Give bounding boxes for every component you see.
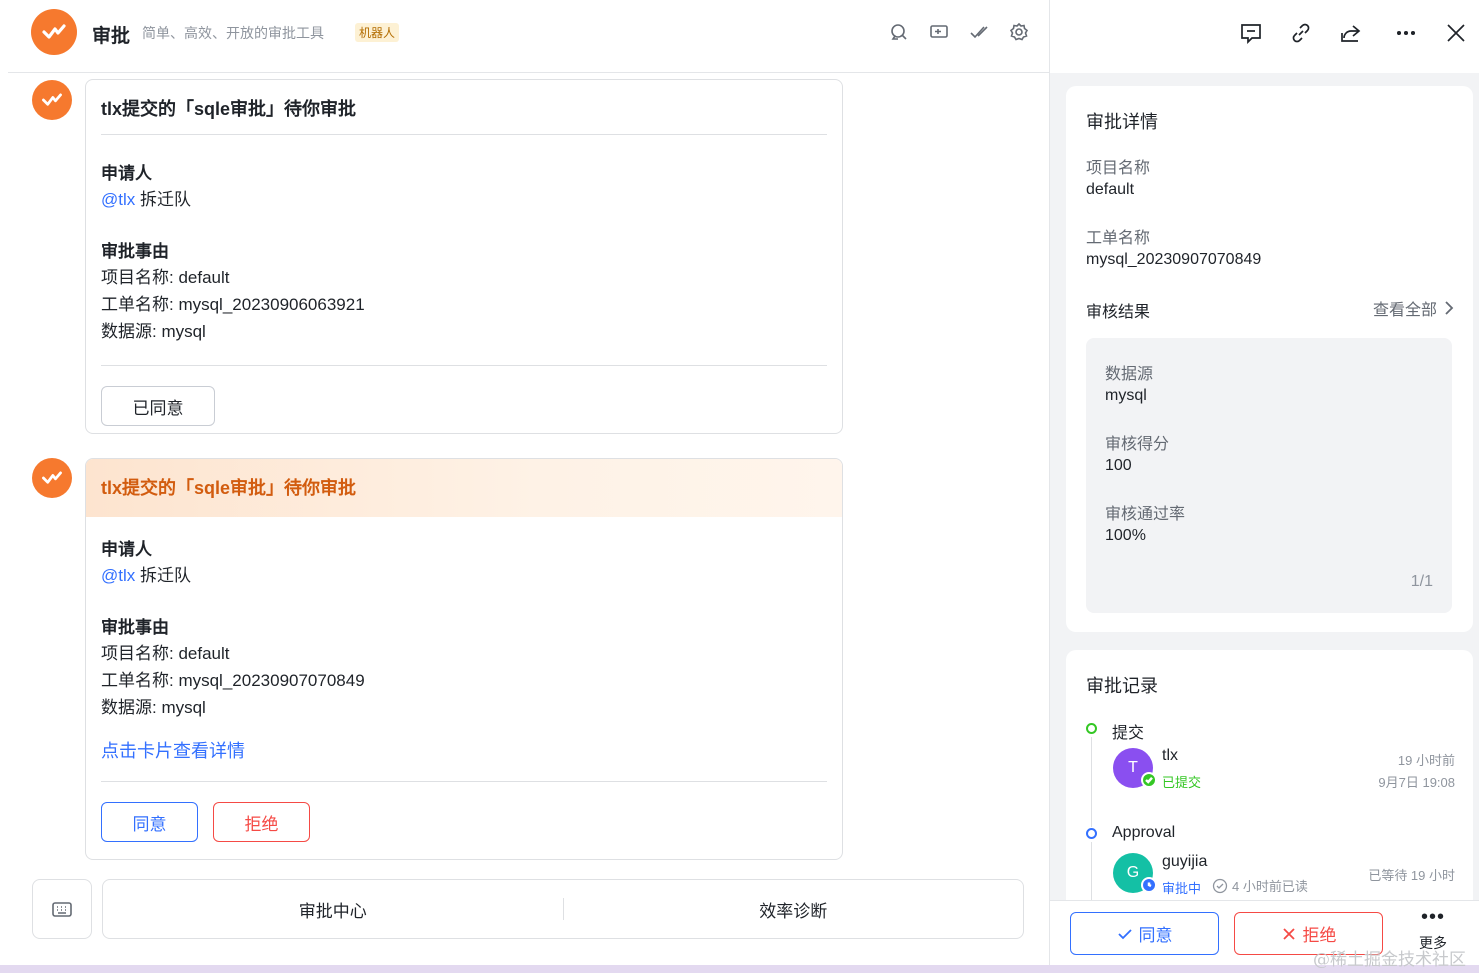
card-title: tlx提交的「sqle审批」待你审批 — [86, 459, 842, 517]
ticket-line: 工单名称: mysql_20230907070849 — [101, 671, 365, 690]
settings-icon[interactable] — [1007, 20, 1031, 44]
waiting-time: 已等待 19 小时 — [1368, 868, 1455, 883]
reject-button[interactable]: 拒绝 — [213, 802, 310, 842]
datasource-value: mysql — [1105, 387, 1147, 404]
agree-button[interactable]: 同意 — [101, 802, 198, 842]
project-line: 项目名称: default — [101, 268, 230, 287]
records-title: 审批记录 — [1086, 676, 1158, 696]
window-add-icon[interactable] — [927, 20, 951, 44]
applicant-mention[interactable]: @tlx — [101, 566, 135, 585]
step-submit-label: 提交 — [1112, 725, 1145, 742]
bot-avatar[interactable] — [32, 80, 72, 120]
datasource-line: 数据源: mysql — [101, 698, 206, 717]
panel-toolbar — [1050, 0, 1479, 73]
bot-avatar[interactable] — [32, 458, 72, 498]
submitted-check-icon — [1141, 772, 1157, 788]
reason-label: 审批事由 — [101, 618, 169, 637]
taskbar-strip — [0, 965, 1479, 973]
close-icon — [1282, 927, 1295, 940]
ticket-line: 工单名称: mysql_20230906063921 — [101, 295, 365, 314]
audit-result-box: 数据源 mysql 审核得分 100 审核通过率 100% 1/1 — [1086, 338, 1452, 613]
card-title: tlx提交的「sqle审批」待你审批 — [101, 99, 357, 119]
applicant-mention[interactable]: @tlx — [101, 190, 135, 209]
applicant-team: 拆迁队 — [140, 190, 191, 209]
applicant-label: 申请人 — [101, 540, 152, 559]
detail-title: 审批详情 — [1086, 112, 1158, 132]
approval-app-logo[interactable] — [31, 9, 77, 55]
datasource-label: 数据源 — [1105, 366, 1154, 383]
pass-rate-label: 审核通过率 — [1105, 506, 1186, 523]
keyboard-icon — [52, 902, 72, 917]
more-dots-icon: ••• — [1420, 906, 1445, 928]
search-icon[interactable] — [887, 20, 911, 44]
read-status: 4 小时前已读 — [1212, 876, 1308, 895]
more-icon[interactable] — [1391, 18, 1421, 48]
approved-button[interactable]: 已同意 — [101, 386, 215, 426]
ticket-value: mysql_20230907070849 — [1086, 251, 1262, 268]
user-name: tlx — [1162, 747, 1178, 764]
applicant-label: 申请人 — [101, 164, 152, 183]
project-label: 项目名称 — [1086, 160, 1151, 177]
panel-agree-button[interactable]: 同意 — [1070, 912, 1219, 955]
divider — [101, 134, 827, 135]
time-ago: 19 小时前 — [1397, 753, 1455, 768]
datasource-line: 数据源: mysql — [101, 322, 206, 341]
score-value: 100 — [1105, 457, 1132, 474]
approval-logo-icon — [42, 93, 62, 106]
bot-menu-bar: 审批中心 效率诊断 — [102, 879, 1024, 939]
score-label: 审核得分 — [1105, 436, 1170, 453]
link-icon[interactable] — [1286, 18, 1316, 48]
step-approval-label: Approval — [1112, 824, 1176, 841]
timeline-dot-approval — [1086, 828, 1097, 839]
menu-approval-center[interactable]: 审批中心 — [103, 897, 563, 922]
reject-label: 拒绝 — [1302, 926, 1337, 945]
pending-clock-icon — [1141, 877, 1157, 893]
result-pager: 1/1 — [1410, 573, 1433, 590]
status-badge: 审批中 — [1162, 881, 1202, 896]
close-icon[interactable] — [1441, 18, 1471, 48]
applicant-team: 拆迁队 — [140, 566, 191, 585]
view-all-label: 查看全部 — [1372, 302, 1437, 319]
read-check-icon — [1212, 878, 1228, 893]
chevron-right-icon — [1445, 301, 1454, 315]
user-name: guyijia — [1162, 853, 1208, 870]
project-value: default — [1086, 181, 1135, 198]
records-card: 审批记录 提交 T tlx 已提交 19 小时前 9月7日 19:08 Appr… — [1066, 650, 1473, 910]
divider — [101, 781, 827, 782]
approval-detail-panel: 审批详情 项目名称 default 工单名称 mysql_20230907070… — [1049, 0, 1479, 965]
read-time: 4 小时前已读 — [1232, 879, 1308, 894]
time-stamp: 9月7日 19:08 — [1378, 775, 1455, 790]
divider — [101, 365, 827, 366]
approval-card-approved[interactable]: tlx提交的「sqle审批」待你审批 申请人 @tlx 拆迁队 审批事由 项目名… — [85, 79, 843, 434]
check-all-icon[interactable] — [967, 20, 991, 44]
view-all-link[interactable]: 查看全部 — [1373, 296, 1455, 320]
chat-header: 审批 简单、高效、开放的审批工具 机器人 — [8, 0, 1049, 73]
share-icon[interactable] — [1336, 18, 1366, 48]
project-line: 项目名称: default — [101, 644, 230, 663]
check-icon — [1117, 928, 1132, 939]
view-detail-link[interactable]: 点击卡片查看详情 — [101, 737, 827, 763]
comment-icon[interactable] — [1236, 18, 1266, 48]
result-label: 审核结果 — [1086, 304, 1151, 321]
approval-logo-icon — [42, 471, 62, 484]
agree-label: 同意 — [1138, 926, 1173, 945]
watermark: @稀土掘金技术社区 — [1313, 950, 1466, 970]
menu-efficiency-diagnosis[interactable]: 效率诊断 — [564, 897, 1024, 922]
app-title: 审批 — [92, 26, 131, 47]
bot-badge: 机器人 — [355, 23, 400, 42]
ticket-label: 工单名称 — [1086, 230, 1151, 247]
approval-logo-icon — [42, 24, 66, 39]
status-badge: 已提交 — [1162, 775, 1202, 790]
avatar-initial: T — [1128, 759, 1138, 776]
keyboard-toggle-button[interactable] — [32, 879, 92, 939]
pass-rate-value: 100% — [1105, 527, 1146, 544]
app-subtitle: 简单、高效、开放的审批工具 — [142, 25, 324, 41]
timeline-dot-submitted — [1086, 723, 1097, 734]
approval-card-pending[interactable]: tlx提交的「sqle审批」待你审批 申请人 @tlx 拆迁队 审批事由 项目名… — [85, 458, 843, 860]
timeline-line — [1091, 737, 1092, 827]
reason-label: 审批事由 — [101, 242, 169, 261]
avatar-initial: G — [1126, 864, 1140, 881]
chat-area: 审批 简单、高效、开放的审批工具 机器人 tlx提交的「sqle审批」待你审批 … — [8, 0, 1049, 965]
timeline-line — [1091, 842, 1092, 902]
